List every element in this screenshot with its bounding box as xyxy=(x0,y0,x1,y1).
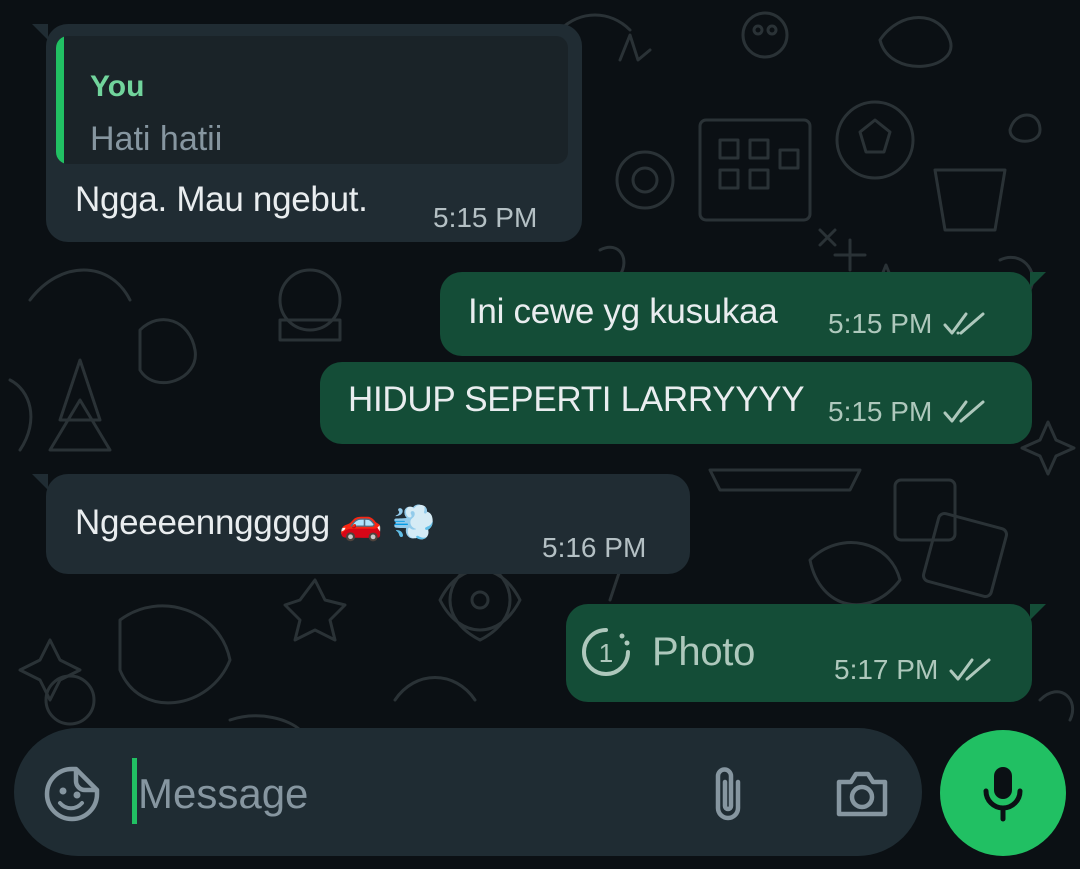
message-meta: 5:16 PM xyxy=(542,532,646,564)
double-check-icon xyxy=(949,658,991,681)
message-text: Ngeeeennggggg 🚗 💨 xyxy=(75,502,436,543)
bubble-tail xyxy=(1030,604,1046,620)
view-once-icon: 1 xyxy=(582,628,630,676)
quote-accent-bar xyxy=(56,36,64,164)
message-time: 5:16 PM xyxy=(542,532,647,563)
message-bubble-outgoing-photo[interactable]: 1 Photo 5:17 PM xyxy=(566,604,1046,702)
car-emoji: 🚗 xyxy=(339,503,383,543)
message-bubble-incoming[interactable]: You Hati hatii Ngga. Mau ngebut. 5:15 PM xyxy=(32,24,582,242)
view-once-number: 1 xyxy=(599,638,613,668)
double-check-icon xyxy=(943,312,985,335)
message-bubble-incoming[interactable]: Ngeeeennggggg 🚗 💨 5:16 PM xyxy=(32,474,690,574)
message-meta: 5:15 PM xyxy=(433,202,537,234)
bubble-tail xyxy=(32,474,48,490)
attach-button[interactable] xyxy=(700,760,756,826)
message-meta: 5:15 PM xyxy=(828,308,986,340)
microphone-icon xyxy=(983,767,1023,822)
message-bubble-outgoing[interactable]: Ini cewe yg kusukaa 5:15 PM xyxy=(440,272,1046,356)
camera-button[interactable] xyxy=(830,762,894,826)
message-text: Ngga. Mau ngebut. xyxy=(75,180,368,219)
sticker-icon xyxy=(44,766,100,822)
message-bubble-outgoing[interactable]: HIDUP SEPERTI LARRYYYY 5:15 PM xyxy=(320,362,1032,444)
camera-icon xyxy=(836,771,888,817)
message-text: Ini cewe yg kusukaa xyxy=(468,292,778,331)
message-meta: 5:17 PM xyxy=(834,654,992,686)
voice-message-button[interactable] xyxy=(940,730,1066,856)
quoted-author: You xyxy=(90,70,145,103)
quoted-text: Hati hatii xyxy=(90,120,223,158)
media-label: Photo xyxy=(652,630,756,674)
bubble-tail xyxy=(1030,272,1046,288)
message-time: 5:15 PM xyxy=(433,202,538,233)
message-meta: 5:15 PM xyxy=(828,396,986,428)
dash-emoji: 💨 xyxy=(392,503,436,543)
message-composer xyxy=(14,728,922,856)
quoted-message[interactable]: You Hati hatii xyxy=(56,36,568,164)
message-text-body: Ngeeeennggggg xyxy=(75,503,330,542)
message-time: 5:15 PM xyxy=(828,396,933,427)
message-input[interactable] xyxy=(134,766,658,822)
message-text: HIDUP SEPERTI LARRYYYY xyxy=(348,380,805,419)
paperclip-icon xyxy=(715,767,741,821)
sticker-button[interactable] xyxy=(40,762,104,826)
message-time: 5:17 PM xyxy=(834,654,939,685)
double-check-icon xyxy=(943,400,985,423)
message-time: 5:15 PM xyxy=(828,308,933,339)
bubble-tail xyxy=(32,24,48,40)
